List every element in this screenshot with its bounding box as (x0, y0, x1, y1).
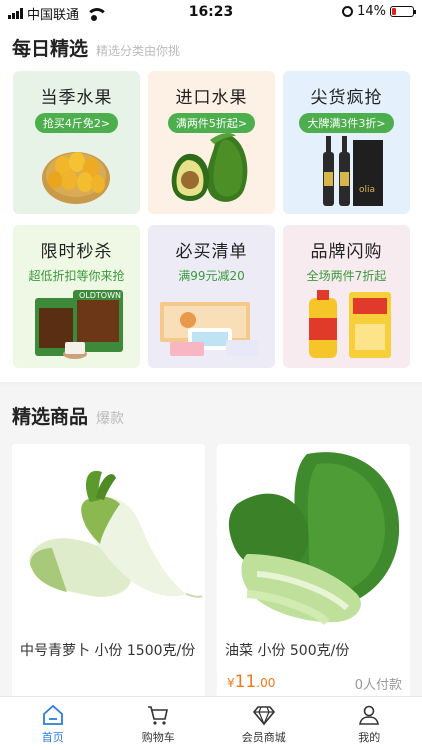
radish-icon (12, 444, 205, 629)
mango-basket-icon (42, 152, 110, 204)
section-subtitle: 精选分类由你挑 (96, 44, 181, 58)
battery-percent: 14% (357, 4, 386, 19)
tab-cart[interactable]: 购物车 (106, 697, 212, 750)
tab-mine[interactable]: 我的 (317, 697, 422, 750)
category-card-flash-sale[interactable]: 限时秒杀 超低折扣等你来抢 OLDTOWN (13, 225, 140, 368)
category-card-must-buy[interactable]: 必买清单 满99元减20 (148, 225, 275, 368)
tab-home[interactable]: 首页 (0, 697, 106, 750)
price-integer: 11 (234, 672, 257, 692)
cart-icon (148, 706, 169, 725)
coffee-bags-icon: OLDTOWN (35, 290, 123, 359)
tab-label: 会员商城 (241, 731, 286, 744)
card-title: 品牌闪购 (310, 242, 383, 262)
card-title: 限时秒杀 (40, 242, 113, 262)
price-symbol: ¥ (227, 676, 235, 690)
tab-label: 我的 (358, 731, 381, 744)
product-card-radish[interactable]: 中号青萝卜 小份 1500克/份 (12, 444, 205, 706)
user-icon (359, 705, 380, 725)
card-title: 尖货疯抢 (310, 88, 383, 108)
product-name: 油菜 小份 500克/份 (225, 643, 350, 659)
daily-header: 每日精选 精选分类由你挑 (12, 34, 180, 61)
product-name: 中号青萝卜 小份 1500克/份 (20, 643, 196, 659)
category-card-hot-deals[interactable]: 尖货疯抢 大牌满3件3折> olia (283, 71, 410, 214)
avocado-icon (171, 133, 248, 202)
alarm-icon (342, 6, 354, 17)
paid-count: 0人付款 (354, 678, 402, 693)
card-promo-tag: 超低折扣等你来抢 (28, 269, 125, 283)
product-card-bok-choy[interactable]: 油菜 小份 500克/份 ¥11.00 0人付款 (217, 444, 410, 706)
wine-bottles-icon: olia (323, 136, 383, 206)
category-card-imported-fruit[interactable]: 进口水果 满两件5折起> (148, 71, 275, 214)
tab-member-mall[interactable]: 会员商城 (211, 697, 317, 750)
featured-header: 精选商品 爆款 (12, 402, 124, 429)
card-title: 当季水果 (40, 88, 113, 108)
daily-picks-section: 每日精选 精选分类由你挑 当季水果 抢买4斤免2> 进口水果 满两件5折起> 尖… (0, 24, 422, 382)
category-card-seasonal-fruit[interactable]: 当季水果 抢买4斤免2> (13, 71, 140, 214)
card-promo-tag: 全场两件7折起 (306, 269, 387, 283)
category-card-brand-flash[interactable]: 品牌闪购 全场两件7折起 (283, 225, 410, 368)
bok-choy-icon (217, 444, 410, 629)
featured-products-section: 精选商品 爆款 中号青萝卜 小份 1500克/份 油菜 小份 500克/份 ¥1… (0, 386, 422, 706)
product-price: ¥11.00 (227, 672, 275, 692)
oil-rice-icon (309, 290, 391, 358)
card-promo-tag: 满99元减20 (178, 269, 245, 283)
tab-label: 购物车 (141, 731, 175, 744)
bottom-tab-bar: 首页 购物车 会员商城 我的 (0, 696, 422, 750)
diamond-icon (252, 706, 275, 726)
price-decimal: .00 (256, 676, 276, 690)
section-title: 精选商品 (12, 406, 89, 428)
card-title: 必买清单 (175, 242, 248, 262)
svg-text:olia: olia (359, 185, 375, 195)
tab-label: 首页 (41, 731, 64, 744)
status-bar: 中国联通 16:23 14% (0, 0, 422, 24)
tissue-box-icon (160, 302, 258, 356)
home-icon (42, 704, 63, 725)
card-title: 进口水果 (175, 88, 248, 108)
battery-icon (390, 6, 416, 17)
section-subtitle: 爆款 (96, 411, 125, 427)
svg-text:OLDTOWN: OLDTOWN (79, 291, 121, 300)
section-title: 每日精选 (12, 38, 89, 60)
